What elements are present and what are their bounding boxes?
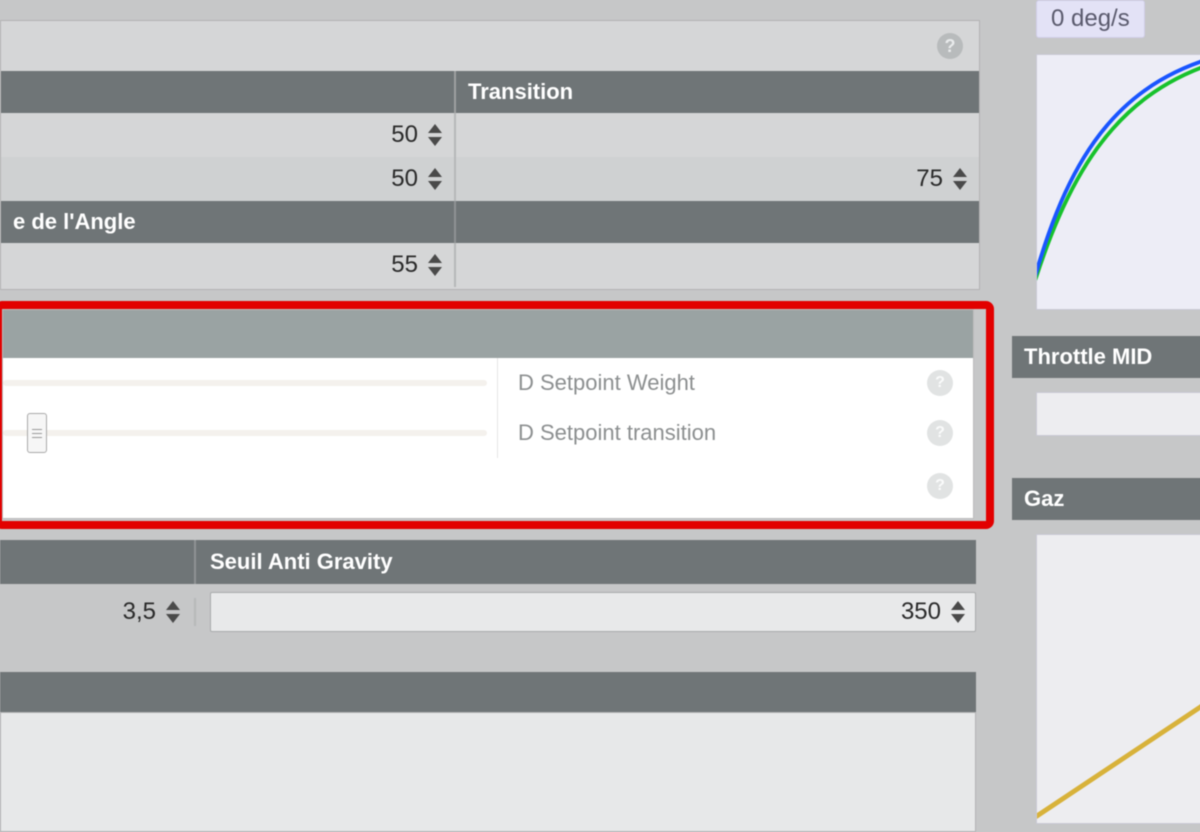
angle-subheader-right (456, 201, 979, 243)
angle-row-1: 50 (1, 113, 979, 157)
bottom-panel-body (0, 712, 976, 832)
stepper-arrows-icon[interactable] (951, 601, 965, 623)
stepper-arrows-icon[interactable] (428, 254, 442, 276)
throttle-mid-header: Throttle MID (1012, 336, 1200, 378)
angle-header-row: Transition (1, 71, 979, 113)
anti-gravity-left-stepper[interactable]: 3,5 (123, 598, 180, 626)
rate-readout-badge: 0 deg/s (1036, 0, 1145, 38)
angle-row2-left-stepper[interactable]: 50 (391, 165, 442, 193)
angle-row1-right (456, 113, 979, 157)
anti-gravity-header-left (0, 540, 196, 584)
angle-row3-right (456, 243, 979, 287)
gaz-chart (1036, 534, 1200, 824)
angle-subheader-row: e de l'Angle (1, 201, 979, 243)
angle-subheader-left: e de l'Angle (1, 201, 456, 243)
throttle-mid-input[interactable] (1036, 392, 1200, 436)
stepper-arrows-icon[interactable] (428, 168, 442, 190)
highlight-box (0, 301, 994, 529)
transition-header: Transition (456, 71, 979, 113)
bottom-panel (0, 672, 976, 832)
angle-header-left (1, 71, 456, 113)
anti-gravity-header-right: Seuil Anti Gravity (196, 540, 976, 584)
stepper-arrows-icon[interactable] (166, 601, 180, 623)
stepper-arrows-icon[interactable] (428, 124, 442, 146)
angle-row-2: 50 75 (1, 157, 979, 201)
gaz-header: Gaz (1012, 478, 1200, 520)
angle-row-3: 55 (1, 243, 979, 287)
angle-row2-right-stepper[interactable]: 75 (916, 165, 967, 193)
stepper-arrows-icon[interactable] (953, 168, 967, 190)
angle-panel: ? Transition 50 50 7 (0, 20, 980, 290)
anti-gravity-panel: Seuil Anti Gravity 3,5 350 (0, 540, 976, 640)
rate-curve-chart (1036, 54, 1200, 310)
bottom-panel-header (0, 672, 976, 712)
help-icon[interactable]: ? (937, 33, 963, 59)
angle-row1-left-stepper[interactable]: 50 (391, 121, 442, 149)
anti-gravity-threshold-input[interactable]: 350 (210, 592, 976, 632)
angle-row3-left-stepper[interactable]: 55 (391, 251, 442, 279)
